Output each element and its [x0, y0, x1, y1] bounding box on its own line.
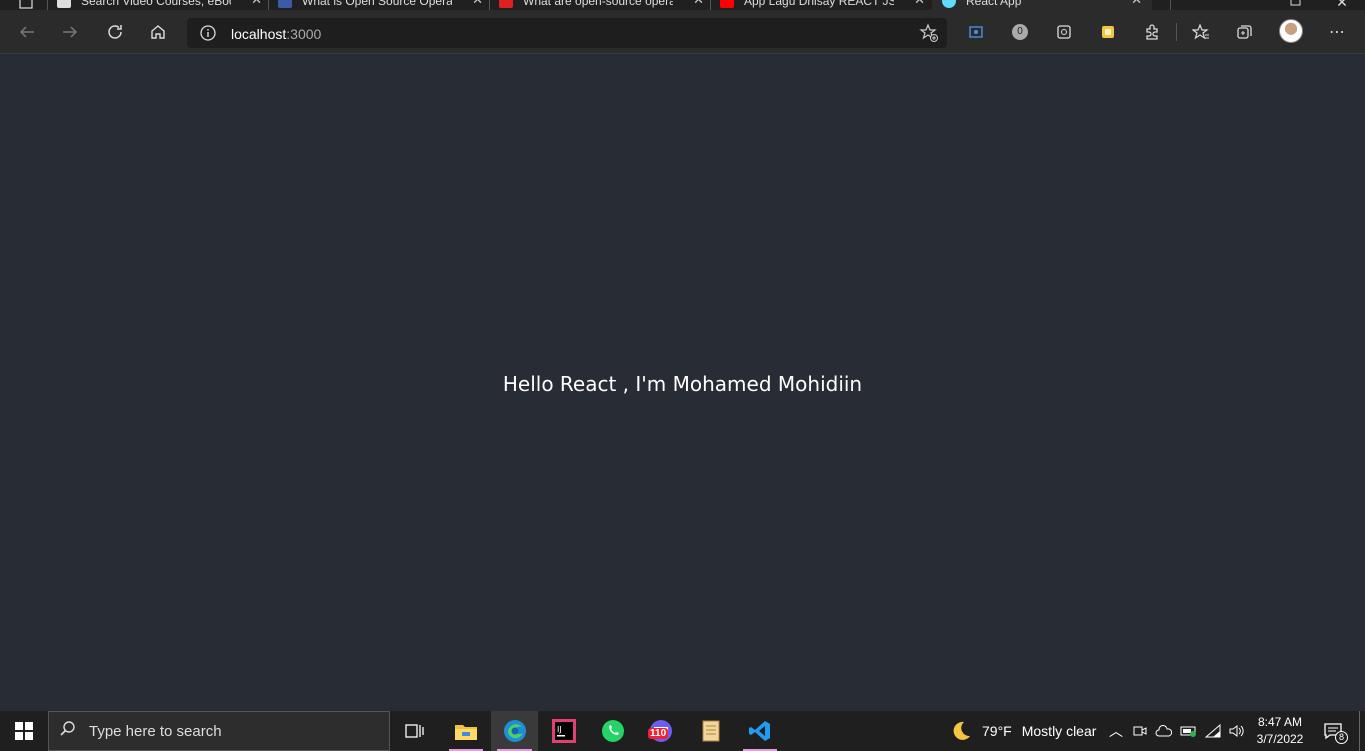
tab-favicon-icon	[57, 0, 71, 8]
notepad-scroll-icon[interactable]	[688, 711, 734, 751]
url-host: localhost	[231, 26, 287, 42]
notification-badge: 8	[1335, 731, 1348, 744]
search-placeholder: Type here to search	[89, 722, 222, 740]
close-tab-icon[interactable]: ✕	[914, 0, 925, 8]
screenshot-extension-icon[interactable]	[964, 20, 988, 44]
address-bar[interactable]: localhost:3000	[187, 18, 947, 48]
tab-5-active[interactable]: React App ✕	[932, 0, 1152, 10]
wifi-icon[interactable]	[1202, 711, 1224, 751]
url-text: localhost:3000	[231, 26, 321, 42]
clock-date: 3/7/2022	[1256, 732, 1304, 746]
onedrive-icon[interactable]	[1153, 711, 1175, 751]
task-view-icon[interactable]	[395, 711, 435, 751]
clock-time: 8:47 AM	[1257, 715, 1303, 729]
weather-temp: 79°F	[982, 723, 1012, 739]
page-heading: Hello React , I'm Mohamed Mohidiin	[502, 372, 863, 396]
weather-desc: Mostly clear	[1021, 723, 1097, 739]
tab-strip: Search Video Courses, eBooks ✕ What is O…	[0, 0, 1365, 10]
moon-icon	[953, 721, 970, 740]
volume-icon[interactable]	[1226, 711, 1248, 751]
tab-4[interactable]: App Lagu Dhisay REACT JS ✕	[720, 0, 925, 10]
close-tab-icon[interactable]: ✕	[251, 0, 262, 8]
extensions-icon[interactable]	[1140, 20, 1164, 44]
edge-browser-icon[interactable]	[491, 711, 538, 751]
calendar-badge: 110	[648, 728, 669, 739]
browser-toolbar: localhost:3000 0 ⋯	[0, 10, 1365, 54]
profile-avatar[interactable]	[1279, 19, 1303, 43]
vscode-icon[interactable]	[737, 711, 783, 751]
extension-badge-icon[interactable]: 0	[1008, 20, 1032, 44]
add-favorite-icon[interactable]	[919, 23, 939, 48]
notification-center-icon[interactable]: 8	[1318, 711, 1348, 751]
calendar-app-icon[interactable]: 110	[638, 711, 684, 751]
forward-button[interactable]	[58, 20, 82, 44]
favorites-icon[interactable]	[1189, 20, 1213, 44]
tab-1[interactable]: Search Video Courses, eBooks ✕	[57, 0, 262, 10]
tab-2[interactable]: What is Open Source Operati ✕	[278, 0, 483, 10]
url-port: :3000	[286, 26, 322, 42]
close-window-icon[interactable]: ✕	[1330, 0, 1354, 10]
tab-favicon-icon	[499, 0, 513, 8]
clock[interactable]: 8:47 AM 3/7/2022	[1250, 714, 1310, 748]
tab-actions-icon[interactable]	[14, 0, 38, 10]
site-info-icon[interactable]	[199, 24, 217, 47]
meet-now-icon[interactable]	[1130, 711, 1150, 751]
page-content: Hello React , I'm Mohamed Mohidiin	[0, 54, 1365, 711]
battery-icon[interactable]	[1178, 711, 1200, 751]
restore-window-icon[interactable]	[1283, 0, 1307, 10]
intellij-icon[interactable]: IJ	[541, 711, 587, 751]
close-tab-icon[interactable]: ✕	[1131, 0, 1142, 8]
start-button[interactable]	[0, 711, 47, 751]
toolbar-divider	[1176, 23, 1177, 41]
react-favicon-icon	[942, 0, 956, 8]
home-button[interactable]	[146, 20, 170, 44]
collections-icon[interactable]	[1233, 20, 1257, 44]
whatsapp-icon[interactable]	[590, 711, 636, 751]
windows-taskbar: Type here to search IJ 110 79°F Mostly c…	[0, 711, 1365, 751]
tab-favicon-icon	[720, 0, 734, 8]
file-explorer-icon[interactable]	[443, 711, 489, 751]
close-tab-icon[interactable]: ✕	[472, 0, 483, 8]
extension-icon[interactable]	[1052, 20, 1076, 44]
svg-text:IJ: IJ	[557, 725, 562, 734]
more-menu-icon[interactable]: ⋯	[1325, 20, 1349, 44]
show-hidden-icons-icon[interactable]: ︿	[1106, 711, 1126, 751]
search-icon	[59, 720, 77, 743]
taskbar-search[interactable]: Type here to search	[48, 711, 390, 751]
weather-widget[interactable]: 79°F Mostly clear	[950, 711, 1100, 751]
refresh-button[interactable]	[103, 20, 127, 44]
tab-favicon-icon	[278, 0, 292, 8]
notes-extension-icon[interactable]	[1096, 20, 1120, 44]
back-button[interactable]	[15, 20, 39, 44]
show-desktop-button[interactable]	[1359, 711, 1360, 751]
close-tab-icon[interactable]: ✕	[693, 0, 704, 8]
tab-3[interactable]: What are open-source opera ✕	[499, 0, 704, 10]
